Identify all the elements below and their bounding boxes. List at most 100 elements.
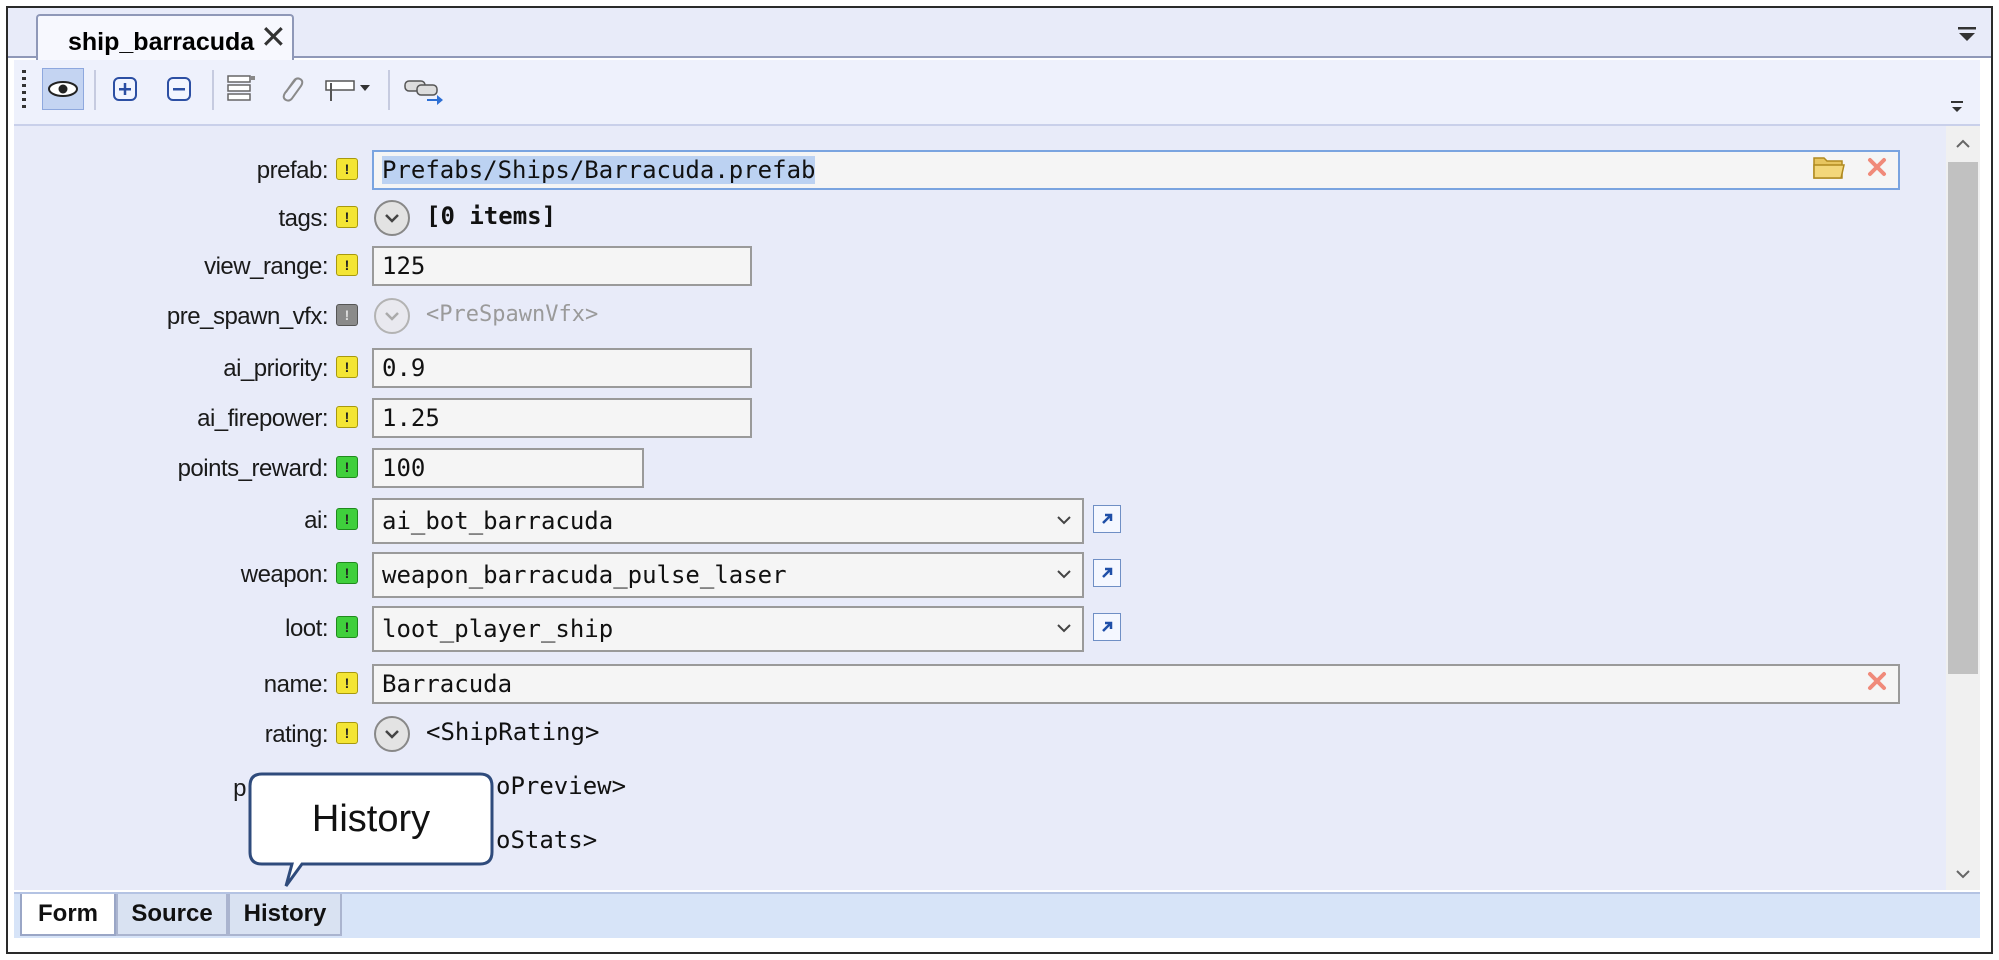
chevron-down-icon	[1956, 870, 1970, 879]
field-status-flag[interactable]: !	[336, 562, 358, 584]
field-row-ai-firepower: ai_firepower: ! 1.25	[14, 396, 1946, 440]
toolbar	[14, 60, 1980, 126]
field-label: name:	[263, 671, 329, 698]
chevron-down-icon	[1057, 570, 1071, 579]
loot-select[interactable]: loot_player_ship	[372, 606, 1084, 652]
field-row-loot: loot: ! loot_player_ship	[14, 606, 1946, 652]
chevron-down-icon	[385, 312, 399, 321]
points-reward-input[interactable]: 100	[372, 448, 644, 488]
field-status-flag[interactable]: !	[336, 616, 358, 638]
scroll-down-button[interactable]	[1946, 858, 1980, 890]
chevron-down-icon	[385, 214, 399, 223]
view-range-input[interactable]: 125	[372, 246, 752, 286]
field-label: p	[233, 775, 246, 802]
chevron-down-icon	[1057, 624, 1071, 633]
layout-button[interactable]	[220, 68, 262, 110]
field-label: ai_firepower:	[197, 405, 328, 432]
toolbar-grip[interactable]	[22, 70, 26, 110]
ai-select[interactable]: ai_bot_barracuda	[372, 498, 1084, 544]
scroll-up-button[interactable]	[1946, 128, 1980, 160]
ai-firepower-input[interactable]: 1.25	[372, 398, 752, 438]
tab-form[interactable]: Form	[20, 894, 116, 936]
field-status-flag[interactable]: !	[336, 508, 358, 530]
minus-icon	[167, 77, 191, 101]
field-row-ai: ai: ! ai_bot_barracuda	[14, 498, 1946, 544]
document-tab[interactable]: ship_barracuda ✕	[36, 14, 294, 60]
object-placeholder: oPreview>	[496, 772, 627, 800]
remove-item-button[interactable]	[158, 68, 200, 110]
name-input[interactable]: Barracuda	[372, 664, 1900, 704]
field-row-prefab: prefab: ! Prefabs/Ships/Barracuda.prefab	[14, 148, 1946, 192]
object-placeholder: <PreSpawnVfx>	[426, 302, 599, 327]
field-row-name: name: ! Barracuda	[14, 662, 1946, 706]
show-preview-button[interactable]	[42, 68, 84, 110]
toolbar-separator	[388, 70, 390, 110]
field-label: rating:	[264, 721, 329, 748]
attach-button[interactable]	[270, 68, 312, 110]
expand-button[interactable]	[374, 200, 410, 236]
field-label: weapon:	[240, 561, 329, 588]
goto-arrow-icon	[1102, 621, 1113, 632]
goto-arrow-icon	[1102, 567, 1113, 578]
field-status-flag[interactable]: !	[336, 206, 358, 228]
history-callout: History	[248, 772, 494, 890]
toolbar-separator	[212, 70, 214, 110]
callout-text: History	[311, 798, 431, 840]
link-button[interactable]	[398, 68, 448, 110]
chevron-up-icon	[1956, 139, 1970, 148]
open-reference-button[interactable]	[1093, 505, 1121, 533]
field-label: ai:	[304, 507, 328, 534]
layout-icon	[227, 75, 255, 101]
field-status-flag[interactable]: !	[336, 356, 358, 378]
expand-button[interactable]	[374, 716, 410, 752]
object-placeholder: <ShipRating>	[426, 718, 600, 746]
tab-history[interactable]: History	[228, 894, 342, 936]
close-tab-icon[interactable]: ✕	[260, 21, 287, 53]
field-label: view_range:	[204, 253, 328, 280]
ai-priority-input[interactable]: 0.9	[372, 348, 752, 388]
field-row-pre-spawn-vfx: pre_spawn_vfx: ! <PreSpawnVfx>	[14, 294, 1946, 338]
goto-arrow-icon	[1102, 513, 1113, 524]
field-status-flag[interactable]: !	[336, 158, 358, 180]
field-label: prefab:	[256, 157, 329, 184]
folder-icon[interactable]	[1812, 152, 1846, 182]
expand-button[interactable]	[374, 298, 410, 334]
clear-icon[interactable]	[1866, 670, 1888, 692]
open-reference-button[interactable]	[1093, 613, 1121, 641]
link-icon	[404, 80, 443, 105]
toolbar-separator	[94, 70, 96, 110]
field-status-flag[interactable]: !	[336, 304, 358, 326]
field-status-flag[interactable]: !	[336, 722, 358, 744]
field-label: pre_spawn_vfx:	[166, 303, 329, 330]
object-placeholder: oStats>	[496, 826, 598, 854]
prefab-path-input[interactable]: Prefabs/Ships/Barracuda.prefab	[372, 150, 1900, 190]
field-row-ai-priority: ai_priority: ! 0.9	[14, 346, 1946, 390]
view-menu-icon[interactable]	[1955, 22, 1979, 46]
tab-source[interactable]: Source	[116, 894, 228, 936]
field-label: loot:	[285, 615, 328, 642]
field-status-flag[interactable]: !	[336, 406, 358, 428]
list-summary: [0 items]	[426, 202, 557, 230]
field-row-weapon: weapon: ! weapon_barracuda_pulse_laser	[14, 552, 1946, 598]
chevron-down-icon	[385, 730, 399, 739]
field-label: points_reward:	[177, 455, 329, 482]
field-status-flag[interactable]: !	[336, 254, 358, 276]
weapon-select[interactable]: weapon_barracuda_pulse_laser	[372, 552, 1084, 598]
eye-icon	[48, 81, 78, 97]
view-tab-bar: Form Source History	[14, 892, 1980, 938]
field-width-dropdown[interactable]	[320, 68, 376, 110]
field-status-flag[interactable]: !	[336, 672, 358, 694]
open-reference-button[interactable]	[1093, 559, 1121, 587]
clear-icon[interactable]	[1866, 156, 1888, 178]
field-row-tags: tags: ! [0 items]	[14, 196, 1946, 240]
field-width-icon	[325, 80, 370, 101]
add-item-button[interactable]	[104, 68, 146, 110]
vertical-scrollbar[interactable]	[1946, 126, 1980, 890]
scrollbar-thumb[interactable]	[1948, 162, 1978, 674]
field-label: ai_priority:	[223, 355, 328, 382]
plus-icon	[113, 77, 137, 101]
field-row-rating: rating: ! <ShipRating>	[14, 712, 1946, 756]
chevron-down-icon	[1057, 516, 1071, 525]
field-status-flag[interactable]: !	[336, 456, 358, 478]
toolbar-overflow-icon[interactable]	[1948, 98, 1966, 116]
